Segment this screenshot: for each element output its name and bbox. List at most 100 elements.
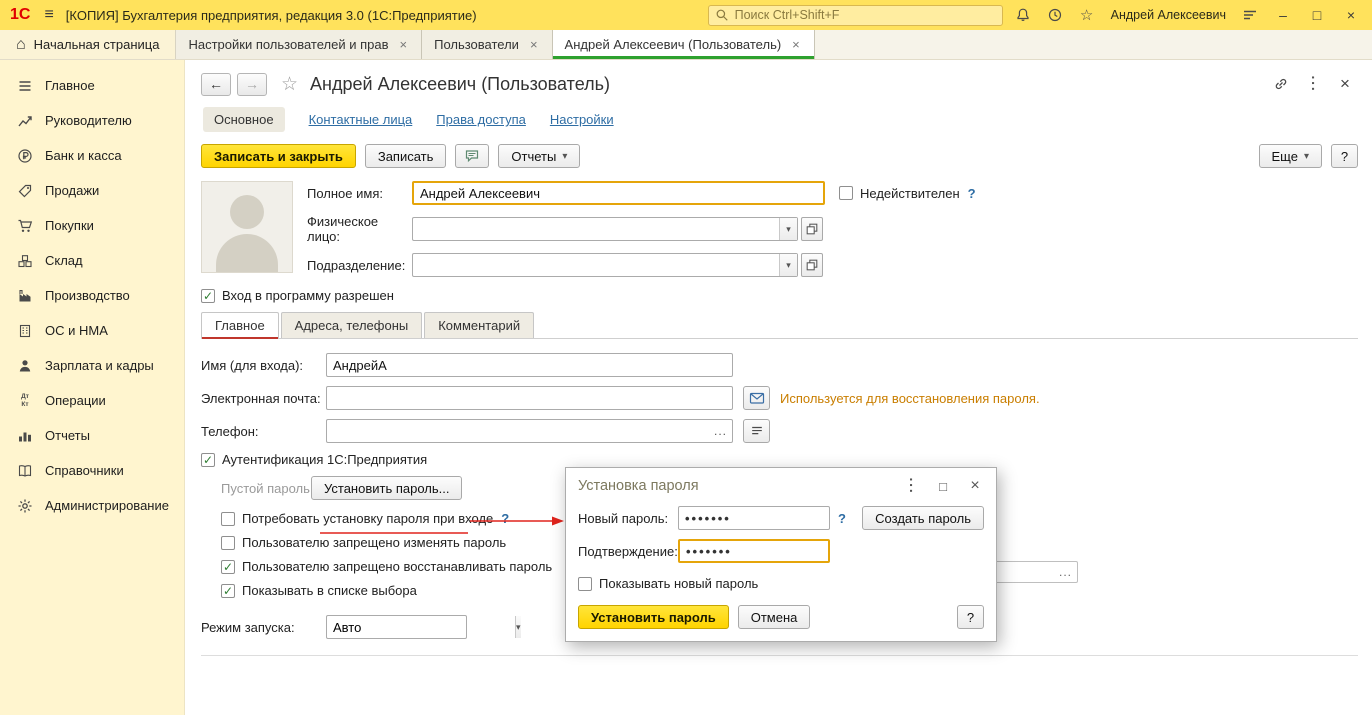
create-password-button[interactable]: Создать пароль [862,506,984,530]
sidebar-item-payroll[interactable]: Зарплата и кадры [0,348,184,383]
option-label: Пользователю запрещено изменять пароль [242,535,507,550]
tab-comment[interactable]: Комментарий [424,312,535,338]
favorite-star-icon[interactable]: ☆ [281,73,298,96]
sidebar-item-main[interactable]: Главное [0,68,184,103]
phone-ellipsis-button[interactable]: ... [709,424,732,438]
auth-1c-row[interactable]: ✓ Аутентификация 1С:Предприятия [201,452,1358,467]
help-button[interactable]: ? [1331,144,1358,168]
chevron-down-icon[interactable]: ▾ [779,218,797,240]
dialog-more-icon[interactable]: ··· [902,477,920,495]
notifications-bell-icon[interactable] [1011,4,1035,26]
dialog-maximize-icon[interactable]: □ [934,477,952,495]
sidebar-item-warehouse[interactable]: Склад [0,243,184,278]
show-in-list-checkbox[interactable]: ✓ [221,583,235,598]
save-button[interactable]: Записать [364,144,447,168]
department-combo[interactable]: ▾ [412,253,798,277]
get-link-icon[interactable] [1268,72,1294,96]
reports-button[interactable]: Отчеты ▾ [498,144,581,168]
section-access-rights[interactable]: Права доступа [436,112,526,127]
section-main[interactable]: Основное [203,107,285,132]
dialog-set-password-button[interactable]: Установить пароль [578,605,729,629]
full-name-field[interactable] [412,181,825,205]
sidebar-label: Покупки [45,218,94,233]
tab-main[interactable]: Главное [201,312,279,339]
service-settings-icon[interactable] [1238,4,1262,26]
send-email-button[interactable] [743,386,770,410]
tab-current-user[interactable]: Андрей Алексеевич (Пользователь) × [552,30,815,59]
sidebar-item-administration[interactable]: Администрирование [0,488,184,523]
close-tab-icon[interactable]: × [790,37,802,52]
close-form-icon[interactable]: × [1332,72,1358,96]
invalid-checkbox-group[interactable]: Недействителен ? [839,186,976,201]
show-password-checkbox[interactable] [578,576,592,591]
department-open-button[interactable] [801,253,823,277]
maximize-button[interactable]: □ [1304,3,1330,27]
sidebar-item-manager[interactable]: Руководителю [0,103,184,138]
confirm-password-field[interactable] [678,539,830,563]
person-field[interactable] [413,218,779,240]
dialog-close-icon[interactable]: × [966,477,984,495]
person-open-button[interactable] [801,217,823,241]
sidebar-item-operations[interactable]: Дт Кт Операции [0,383,184,418]
section-settings[interactable]: Настройки [550,112,614,127]
person-label: Физическое лицо: [307,214,379,244]
require-password-checkbox[interactable] [221,511,235,526]
close-tab-icon[interactable]: × [398,37,410,52]
sidebar-item-sales[interactable]: Продажи [0,173,184,208]
more-button[interactable]: Еще ▾ [1258,144,1322,168]
department-field[interactable] [413,254,779,276]
ellipsis-button[interactable]: ... [1054,565,1077,579]
login-name-field[interactable] [326,353,733,377]
search-input[interactable] [734,8,996,22]
home-tab[interactable]: ⌂ Начальная страница [0,30,177,59]
chevron-down-icon[interactable]: ▾ [779,254,797,276]
sidebar-item-directories[interactable]: Справочники [0,453,184,488]
forbid-change-checkbox[interactable] [221,535,235,550]
section-contacts[interactable]: Контактные лица [309,112,413,127]
minimize-button[interactable]: – [1270,3,1296,27]
inner-tabs: Главное Адреса, телефоны Комментарий [201,312,1358,339]
back-button[interactable]: ← [201,72,231,96]
invalid-checkbox[interactable] [839,186,853,200]
chevron-down-icon[interactable]: ▾ [515,616,521,638]
option-help-icon[interactable]: ? [501,511,509,526]
login-allowed-checkbox[interactable]: ✓ [201,288,215,303]
sidebar-item-reports[interactable]: Отчеты [0,418,184,453]
sidebar-item-production[interactable]: Производство [0,278,184,313]
comment-button[interactable] [455,144,490,168]
forward-button[interactable]: → [237,72,267,96]
sidebar-item-fixed-assets[interactable]: ОС и НМА [0,313,184,348]
login-allowed-row[interactable]: ✓ Вход в программу разрешен [201,288,1358,303]
current-user-name[interactable]: Андрей Алексеевич [1107,8,1230,22]
tab-users[interactable]: Пользователи × [422,30,553,59]
new-password-field[interactable] [678,506,830,530]
password-help-icon[interactable]: ? [838,511,846,526]
sales-tag-icon [16,183,34,199]
save-and-close-button[interactable]: Записать и закрыть [201,144,356,168]
sidebar-item-bank[interactable]: Банк и касса [0,138,184,173]
tab-addresses[interactable]: Адреса, телефоны [280,312,423,338]
run-mode-combo[interactable]: ▾ [326,615,521,639]
dialog-help-button[interactable]: ? [957,605,984,629]
run-mode-field[interactable] [327,616,515,638]
phone-extra-button[interactable] [743,419,770,443]
close-window-button[interactable]: × [1338,3,1364,27]
tab-user-settings[interactable]: Настройки пользователей и прав × [176,30,423,59]
global-search[interactable] [707,4,1003,26]
history-icon[interactable] [1043,4,1067,26]
phone-field[interactable] [327,423,709,439]
main-menu-icon[interactable]: ≡ [40,6,57,24]
set-password-button[interactable]: Установить пароль... [311,476,463,500]
dialog-cancel-button[interactable]: Отмена [737,605,811,629]
show-password-row[interactable]: Показывать новый пароль [578,576,984,591]
auth-1c-checkbox[interactable]: ✓ [201,452,215,467]
person-combo[interactable]: ▾ [412,217,798,241]
invalid-help-icon[interactable]: ? [968,186,976,201]
email-field[interactable] [326,386,733,410]
favorites-star-icon[interactable]: ☆ [1075,4,1099,26]
sidebar-item-purchases[interactable]: Покупки [0,208,184,243]
close-tab-icon[interactable]: × [528,37,540,52]
more-menu-icon[interactable]: ··· [1300,72,1326,96]
forbid-recover-checkbox[interactable]: ✓ [221,559,235,574]
person-icon [16,358,34,374]
